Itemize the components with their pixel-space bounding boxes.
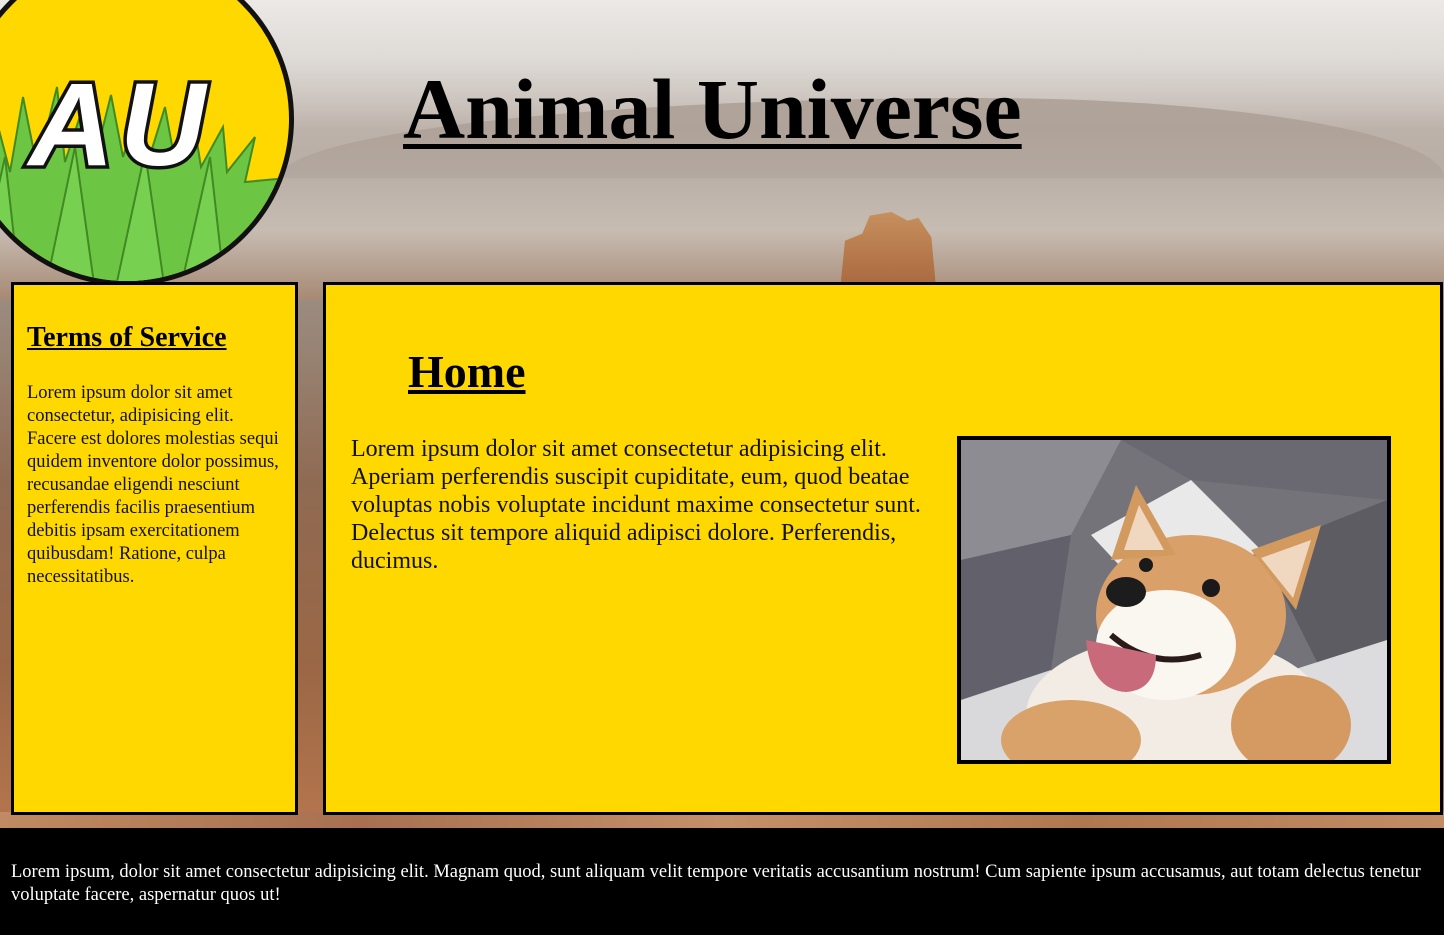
site-title[interactable]: Animal Universe	[403, 62, 1022, 157]
site-logo[interactable]: AU	[0, 0, 294, 286]
footer-text: Lorem ipsum, dolor sit amet consectetur …	[11, 862, 1421, 905]
sidebar: Terms of Service Lorem ipsum dolor sit a…	[11, 282, 298, 815]
animal-universe-logo-icon: AU	[0, 56, 289, 281]
corgi-photo	[957, 436, 1391, 764]
background-rock-formation	[840, 212, 936, 284]
logo-text: AU	[26, 59, 211, 191]
sidebar-text: Lorem ipsum dolor sit amet consectetur, …	[27, 382, 279, 587]
main-heading[interactable]: Home	[408, 346, 526, 398]
sidebar-heading[interactable]: Terms of Service	[27, 322, 283, 354]
page: AU Animal Universe Terms of Service Lore…	[0, 0, 1444, 935]
main-content: Home Lorem ipsum dolor sit amet consecte…	[323, 282, 1443, 815]
corgi-dog-icon	[961, 440, 1387, 760]
footer: Lorem ipsum, dolor sit amet consectetur …	[0, 828, 1444, 935]
main-text: Lorem ipsum dolor sit amet consectetur a…	[351, 436, 921, 574]
